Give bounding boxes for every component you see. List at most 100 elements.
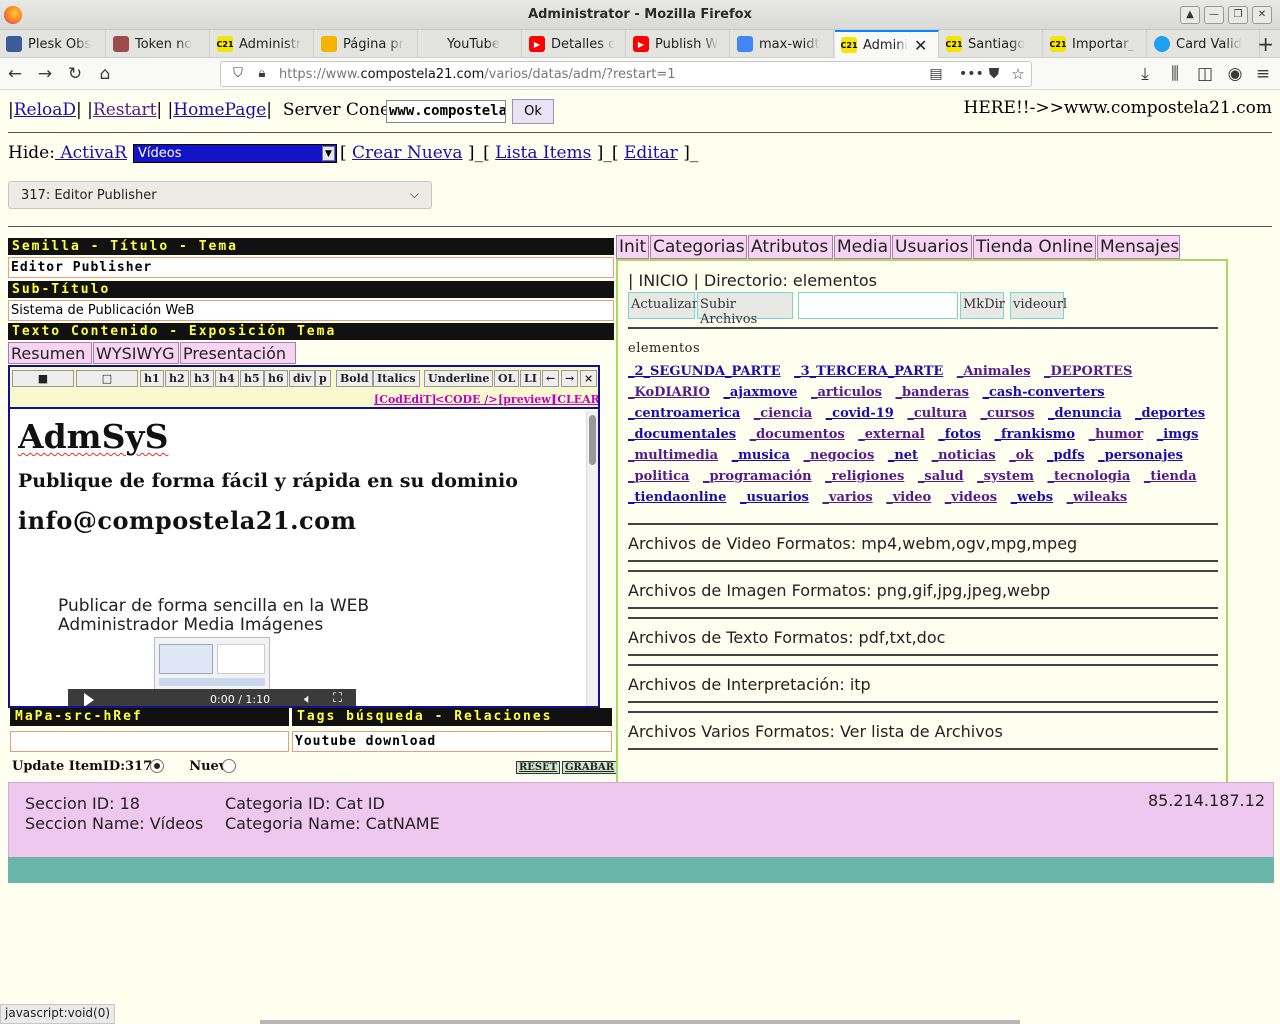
grabar-button[interactable]: GRABAR: [562, 761, 618, 774]
nuevo-radio[interactable]: [222, 759, 236, 773]
folder-link[interactable]: _DEPORTES: [1044, 364, 1132, 379]
bookmark-star-icon[interactable]: ☆: [1007, 63, 1029, 85]
tags-input[interactable]: Youtube download: [292, 731, 612, 752]
reload-link[interactable]: ReloaD: [14, 100, 76, 120]
toolbar-button[interactable]: Bold: [336, 370, 373, 387]
reload-icon[interactable]: ↻: [64, 63, 86, 85]
folder-link[interactable]: _documentos: [750, 427, 845, 442]
item-select[interactable]: 317: Editor Publisher ⌵: [8, 181, 432, 209]
editor-content[interactable]: AdmSyS Publique de forma fácil y rápida …: [18, 411, 588, 706]
browser-tab[interactable]: C21 Administr: [211, 30, 314, 58]
sidebar-icon[interactable]: ◫: [1194, 63, 1216, 85]
folder-link[interactable]: _programación: [703, 469, 812, 484]
folder-link[interactable]: _tecnologia: [1047, 469, 1130, 484]
codedit-link[interactable]: [CodEdiT]: [374, 393, 437, 406]
toolbar-button[interactable]: h5: [240, 370, 264, 387]
folder-link[interactable]: _system: [977, 469, 1034, 484]
browser-tab[interactable]: C21 Importar_: [1044, 30, 1147, 58]
account-icon[interactable]: ◉: [1224, 63, 1246, 85]
new-tab-button[interactable]: +: [1257, 32, 1274, 56]
folder-link[interactable]: _2_SEGUNDA_PARTE: [628, 364, 781, 379]
activar-link[interactable]: ActivaR: [55, 143, 127, 163]
reset-button[interactable]: RESET: [516, 761, 561, 774]
folder-link[interactable]: _pdfs: [1047, 448, 1085, 463]
folder-link[interactable]: _net: [888, 448, 918, 463]
tab-mensajes[interactable]: Mensajes: [1097, 235, 1180, 259]
folder-link[interactable]: _articulos: [811, 385, 882, 400]
toolbar-button[interactable]: Italics: [373, 370, 420, 387]
browser-tab[interactable]: Card Valid: [1148, 30, 1260, 58]
tab-atributos[interactable]: Atributos: [748, 235, 833, 259]
folder-link[interactable]: _personajes: [1098, 448, 1183, 463]
preview-link[interactable]: [preview]: [498, 393, 556, 406]
toolbar-button[interactable]: h2: [165, 370, 189, 387]
browser-tab[interactable]: Token no: [107, 30, 210, 58]
title-input[interactable]: Editor Publisher: [8, 257, 614, 278]
page-actions-icon[interactable]: •••: [959, 63, 984, 85]
folder-link[interactable]: _ajaxmove: [723, 385, 797, 400]
dropdown-arrow-icon[interactable]: ▼: [322, 146, 335, 161]
crear-nueva-link[interactable]: Crear Nueva: [352, 143, 462, 163]
folder-link[interactable]: _KoDIARIO: [628, 385, 710, 400]
ok-button[interactable]: Ok: [512, 99, 554, 124]
folder-link[interactable]: _musica: [732, 448, 790, 463]
video-player[interactable]: 0:00 / 1:10 🔈︎ ⛶: [68, 689, 356, 706]
toolbar-button[interactable]: h3: [190, 370, 214, 387]
toolbar-button[interactable]: →: [561, 370, 579, 387]
browser-tab[interactable]: max-widt: [731, 30, 834, 58]
actualizar-button[interactable]: Actualizar: [628, 292, 698, 319]
tab-usuarios[interactable]: Usuarios: [892, 235, 972, 259]
toolbar-button[interactable]: ←: [542, 370, 560, 387]
subir-archivos-button[interactable]: Subir Archivos: [697, 292, 793, 327]
folder-link[interactable]: _varios: [822, 490, 872, 505]
update-radio[interactable]: [150, 759, 164, 773]
volume-icon[interactable]: 🔈︎: [304, 692, 312, 706]
tab-media[interactable]: Media: [834, 235, 891, 259]
toolbar-button[interactable]: ×: [580, 370, 598, 387]
folder-link[interactable]: _fotos: [938, 427, 981, 442]
toolbar-button[interactable]: p: [315, 370, 331, 387]
toolbar-button[interactable]: div: [289, 370, 316, 387]
browser-tab[interactable]: Plesk Obs: [0, 30, 106, 58]
folder-link[interactable]: _usuarios: [740, 490, 809, 505]
folder-link[interactable]: _cultura: [907, 406, 967, 421]
folder-link[interactable]: _noticias: [932, 448, 996, 463]
folder-link[interactable]: _video: [886, 490, 931, 505]
folder-link[interactable]: _Animales: [957, 364, 1031, 379]
folder-link[interactable]: _tienda: [1144, 469, 1197, 484]
folder-link[interactable]: _religiones: [825, 469, 904, 484]
folder-link[interactable]: _multimedia: [628, 448, 718, 463]
close-tab-icon[interactable]: ✕: [914, 36, 927, 55]
folder-link[interactable]: _frankismo: [995, 427, 1076, 442]
downloads-icon[interactable]: ⤓: [1134, 63, 1156, 85]
fullscreen-icon[interactable]: ⛶: [333, 691, 342, 706]
folder-link[interactable]: _imgs: [1157, 427, 1199, 442]
minimize-button[interactable]: —: [1204, 6, 1224, 24]
toolbar-button[interactable]: h4: [215, 370, 239, 387]
tab-wysiwyg[interactable]: WYSIWYG: [93, 342, 179, 364]
browser-tab[interactable]: ▶ Detalles c: [523, 30, 626, 58]
pocket-icon[interactable]: ⛊: [983, 63, 1005, 85]
home-icon[interactable]: ⌂: [94, 63, 116, 85]
folder-link[interactable]: _documentales: [628, 427, 736, 442]
url-text[interactable]: https://www.compostela21.com/varios/data…: [279, 67, 676, 82]
folder-link[interactable]: _webs: [1011, 490, 1053, 505]
homepage-link[interactable]: HomePage: [173, 100, 266, 120]
editar-link[interactable]: Editar: [624, 143, 678, 163]
browser-tab[interactable]: Página pr: [315, 30, 418, 58]
toolbar-button[interactable]: OL: [494, 370, 520, 387]
play-icon[interactable]: [84, 693, 94, 706]
restart-link[interactable]: Restart: [93, 100, 157, 120]
folder-link[interactable]: _salud: [918, 469, 964, 484]
text-color-button[interactable]: ■: [12, 370, 74, 387]
library-icon[interactable]: ⫼: [1164, 63, 1186, 85]
folder-link[interactable]: _politica: [628, 469, 689, 484]
directory-name-input[interactable]: [798, 292, 958, 319]
folder-link[interactable]: _covid-19: [826, 406, 894, 421]
folder-link[interactable]: _deportes: [1135, 406, 1205, 421]
browser-tab[interactable]: C21 Santiago: [940, 30, 1043, 58]
folder-link[interactable]: _external: [858, 427, 924, 442]
folder-link[interactable]: _denuncia: [1048, 406, 1122, 421]
clear-link[interactable]: [CLEAR]: [552, 393, 598, 406]
back-icon[interactable]: ←: [4, 63, 26, 85]
